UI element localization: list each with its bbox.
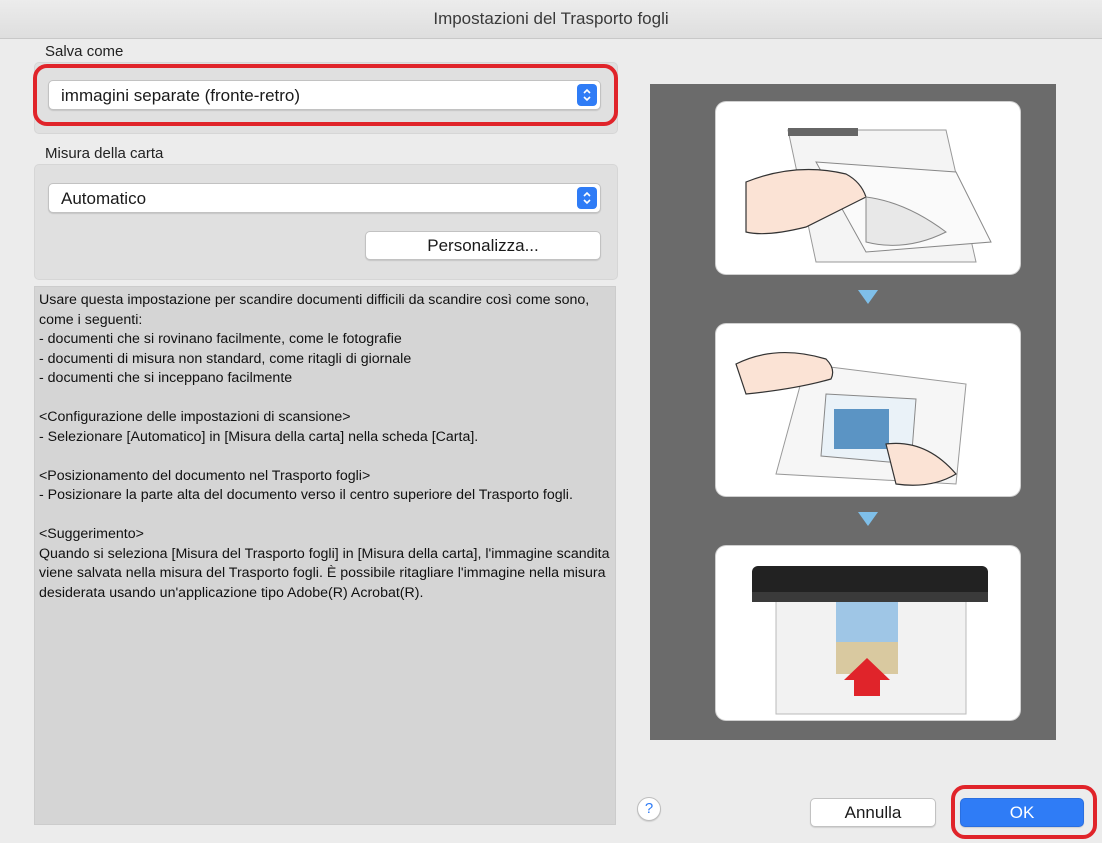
description-config: <Configurazione delle impostazioni di sc… xyxy=(39,409,479,445)
description-panel: Usare questa impostazione per scandire d… xyxy=(34,286,616,825)
step3-image xyxy=(716,546,1020,720)
save-as-label: Salva come xyxy=(45,43,124,60)
description-intro: Usare questa impostazione per scandire d… xyxy=(39,292,590,386)
ok-button[interactable]: OK xyxy=(960,798,1084,827)
description-positioning: <Posizionamento del documento nel Traspo… xyxy=(39,467,573,504)
chevron-updown-icon xyxy=(577,84,597,106)
cancel-button[interactable]: Annulla xyxy=(810,798,936,827)
description-tip: <Suggerimento> Quando si seleziona [Misu… xyxy=(39,526,610,601)
window-title: Impostazioni del Trasporto fogli xyxy=(0,0,1102,39)
paper-size-value: Automatico xyxy=(61,189,147,208)
preview-illustration xyxy=(650,84,1056,740)
step-arrow-1 xyxy=(858,290,878,304)
help-button[interactable]: ? xyxy=(637,797,661,821)
paper-size-select[interactable]: Automatico xyxy=(48,183,601,213)
save-as-value: immagini separate (fronte-retro) xyxy=(61,86,301,105)
save-as-select[interactable]: immagini separate (fronte-retro) xyxy=(48,80,601,110)
customize-button[interactable]: Personalizza... xyxy=(365,231,601,260)
step1-image xyxy=(716,102,1020,274)
step-arrow-2 xyxy=(858,512,878,526)
paper-size-label: Misura della carta xyxy=(45,145,164,162)
paper-size-group xyxy=(34,164,618,280)
step2-image xyxy=(716,324,1020,496)
chevron-updown-icon xyxy=(577,187,597,209)
